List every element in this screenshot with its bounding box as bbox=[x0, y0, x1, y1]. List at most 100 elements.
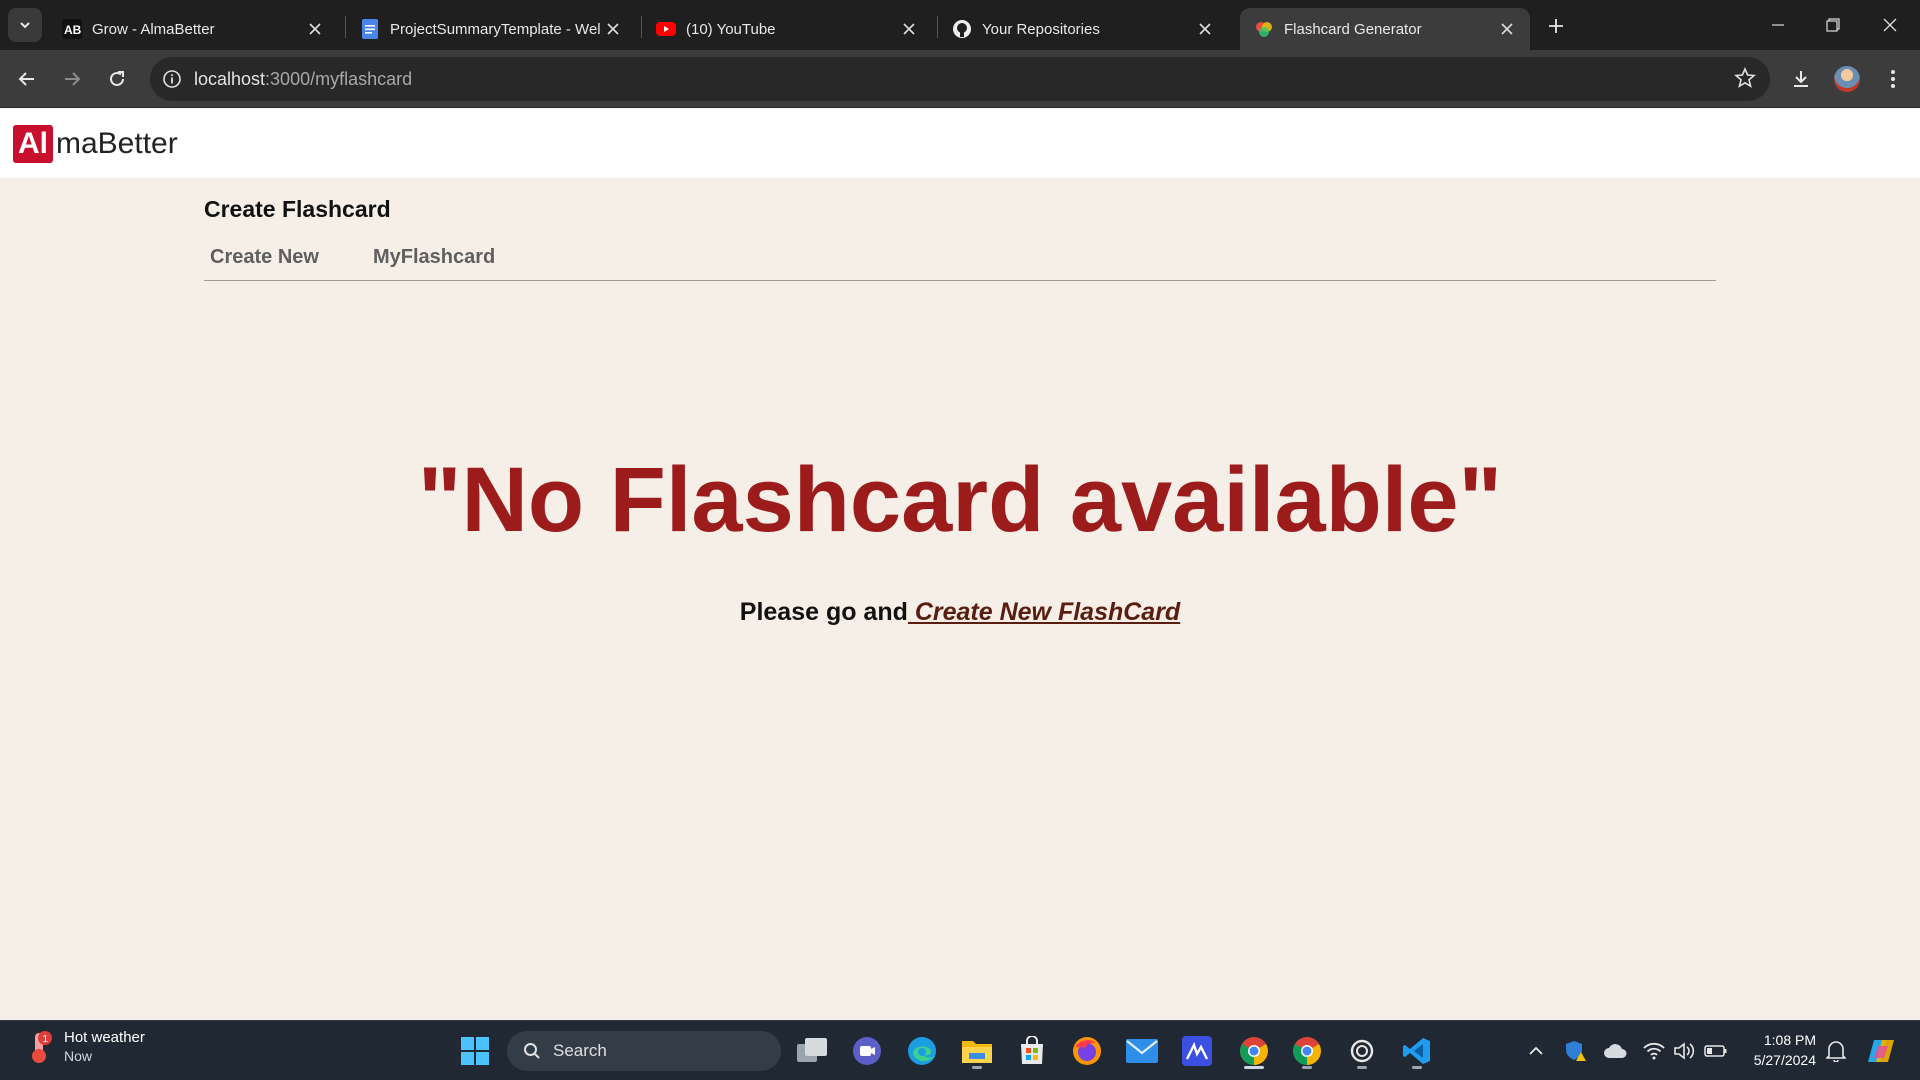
running-indicator bbox=[1357, 1066, 1367, 1069]
chrome-icon bbox=[1293, 1037, 1321, 1065]
chrome-profile-app[interactable] bbox=[1287, 1031, 1327, 1071]
address-bar[interactable]: localhost:3000/myflashcard bbox=[150, 57, 1770, 101]
almabetter-logo[interactable]: Al maBetter bbox=[13, 125, 178, 163]
onedrive-tray[interactable] bbox=[1602, 1039, 1628, 1063]
url-text[interactable]: localhost:3000/myflashcard bbox=[194, 69, 412, 90]
thermometer-icon: 1 bbox=[26, 1030, 52, 1064]
chevron-down-icon bbox=[20, 22, 30, 29]
close-icon[interactable] bbox=[1496, 18, 1518, 40]
speaker-icon bbox=[1674, 1042, 1695, 1060]
browser-tabstrip: AB Grow - AlmaBetter ProjectSummaryTempl… bbox=[0, 0, 1920, 50]
tab-search-button[interactable] bbox=[8, 8, 42, 42]
search-icon bbox=[524, 1043, 540, 1059]
chevron-up-icon bbox=[1529, 1046, 1543, 1055]
tab-title: Grow - AlmaBetter bbox=[92, 20, 215, 38]
back-button[interactable] bbox=[10, 62, 44, 96]
mail-icon bbox=[1126, 1039, 1158, 1063]
minimize-button[interactable] bbox=[1758, 8, 1798, 42]
meet-app[interactable] bbox=[847, 1031, 887, 1071]
copilot-button[interactable] bbox=[1864, 1039, 1898, 1063]
cloud-icon bbox=[1604, 1044, 1627, 1058]
windows-logo-icon bbox=[461, 1037, 489, 1065]
tab-title: (10) YouTube bbox=[686, 20, 776, 38]
reload-button[interactable] bbox=[100, 62, 134, 96]
firefox-app[interactable] bbox=[1067, 1031, 1107, 1071]
almabetter-favicon: AB bbox=[62, 19, 82, 39]
browser-tab-flashcard-generator[interactable]: Flashcard Generator bbox=[1240, 8, 1530, 50]
browser-tab-youtube[interactable]: (10) YouTube bbox=[642, 8, 932, 50]
wifi-tray[interactable] bbox=[1641, 1039, 1667, 1063]
close-icon[interactable] bbox=[602, 18, 624, 40]
copilot-icon bbox=[1868, 1040, 1894, 1062]
minimize-icon bbox=[1772, 24, 1784, 26]
bell-icon bbox=[1826, 1041, 1846, 1062]
close-icon bbox=[1883, 18, 1897, 32]
running-indicator bbox=[972, 1066, 982, 1069]
file-explorer-app[interactable] bbox=[957, 1031, 997, 1071]
download-icon bbox=[1794, 71, 1808, 87]
tab-title: Your Repositories bbox=[982, 20, 1100, 38]
system-clock[interactable]: 1:08 PM 5/27/2024 bbox=[1740, 1030, 1816, 1070]
vscode-app[interactable] bbox=[1397, 1031, 1437, 1071]
empty-state-prefix: Please go and bbox=[739, 598, 908, 626]
svg-text:AB: AB bbox=[64, 23, 82, 37]
wifi-icon bbox=[1643, 1042, 1665, 1060]
new-tab-button[interactable] bbox=[1542, 12, 1570, 40]
url-host: localhost bbox=[194, 68, 266, 89]
downloads-button[interactable] bbox=[1784, 62, 1818, 96]
google-docs-favicon bbox=[360, 19, 380, 39]
tab-create-new[interactable]: Create New bbox=[210, 246, 319, 269]
close-icon[interactable] bbox=[898, 18, 920, 40]
task-view-button[interactable] bbox=[792, 1031, 832, 1071]
close-window-button[interactable] bbox=[1870, 8, 1910, 42]
notifications-tray[interactable] bbox=[1823, 1039, 1849, 1063]
show-hidden-icons[interactable] bbox=[1523, 1039, 1549, 1063]
close-icon[interactable] bbox=[1194, 18, 1216, 40]
more-vert-icon bbox=[1891, 70, 1895, 88]
weather-title: Hot weather bbox=[64, 1029, 145, 1046]
running-indicator bbox=[1412, 1066, 1422, 1069]
whiteboard-icon bbox=[1182, 1036, 1212, 1066]
chatgpt-app[interactable] bbox=[1342, 1031, 1382, 1071]
defender-tray[interactable] bbox=[1563, 1039, 1589, 1063]
vscode-icon bbox=[1403, 1038, 1430, 1064]
start-button[interactable] bbox=[455, 1031, 495, 1071]
edge-app[interactable] bbox=[902, 1031, 942, 1071]
logo-mark: Al bbox=[13, 125, 53, 163]
volume-tray[interactable] bbox=[1672, 1039, 1698, 1063]
close-icon[interactable] bbox=[304, 18, 326, 40]
avatar bbox=[1834, 66, 1860, 92]
flashcard-nav-tabs: Create New MyFlashcard bbox=[204, 240, 1716, 281]
clock-time: 1:08 PM bbox=[1763, 1032, 1816, 1048]
browser-menu-button[interactable] bbox=[1876, 62, 1910, 96]
restore-button[interactable] bbox=[1813, 8, 1853, 42]
browser-tab-grow[interactable]: AB Grow - AlmaBetter bbox=[48, 8, 338, 50]
mail-app[interactable] bbox=[1122, 1031, 1162, 1071]
tab-my-flashcard[interactable]: MyFlashcard bbox=[373, 246, 495, 269]
firefox-icon bbox=[1073, 1037, 1101, 1065]
tab-title: ProjectSummaryTemplate - Wel bbox=[390, 20, 601, 38]
create-new-flashcard-link[interactable]: Create New FlashCard bbox=[908, 598, 1180, 626]
browser-tab-github[interactable]: Your Repositories bbox=[938, 8, 1228, 50]
site-info-icon[interactable] bbox=[150, 69, 194, 89]
active-indicator bbox=[1244, 1066, 1264, 1069]
forward-button[interactable] bbox=[55, 62, 89, 96]
bookmark-star-icon[interactable] bbox=[1734, 66, 1756, 94]
store-app[interactable] bbox=[1012, 1031, 1052, 1071]
chrome-app[interactable] bbox=[1232, 1031, 1276, 1071]
app-header: Al maBetter bbox=[0, 109, 1920, 178]
weather-widget[interactable]: 1 Hot weather Now bbox=[26, 1029, 145, 1064]
whiteboard-app[interactable] bbox=[1177, 1031, 1217, 1071]
plus-icon bbox=[1549, 19, 1563, 33]
battery-icon bbox=[1704, 1045, 1727, 1057]
browser-tab-project-summary[interactable]: ProjectSummaryTemplate - Wel bbox=[346, 8, 636, 50]
clock-date: 5/27/2024 bbox=[1753, 1052, 1816, 1068]
profile-button[interactable] bbox=[1830, 62, 1864, 96]
windows-taskbar: 1 Hot weather Now Search 1:08 PM 5/27/20… bbox=[0, 1020, 1920, 1080]
openai-icon bbox=[1350, 1039, 1374, 1063]
taskbar-search[interactable]: Search bbox=[507, 1031, 781, 1071]
arrow-left-icon bbox=[18, 72, 34, 86]
youtube-favicon bbox=[656, 19, 676, 39]
battery-tray[interactable] bbox=[1703, 1039, 1729, 1063]
github-favicon bbox=[952, 19, 972, 39]
